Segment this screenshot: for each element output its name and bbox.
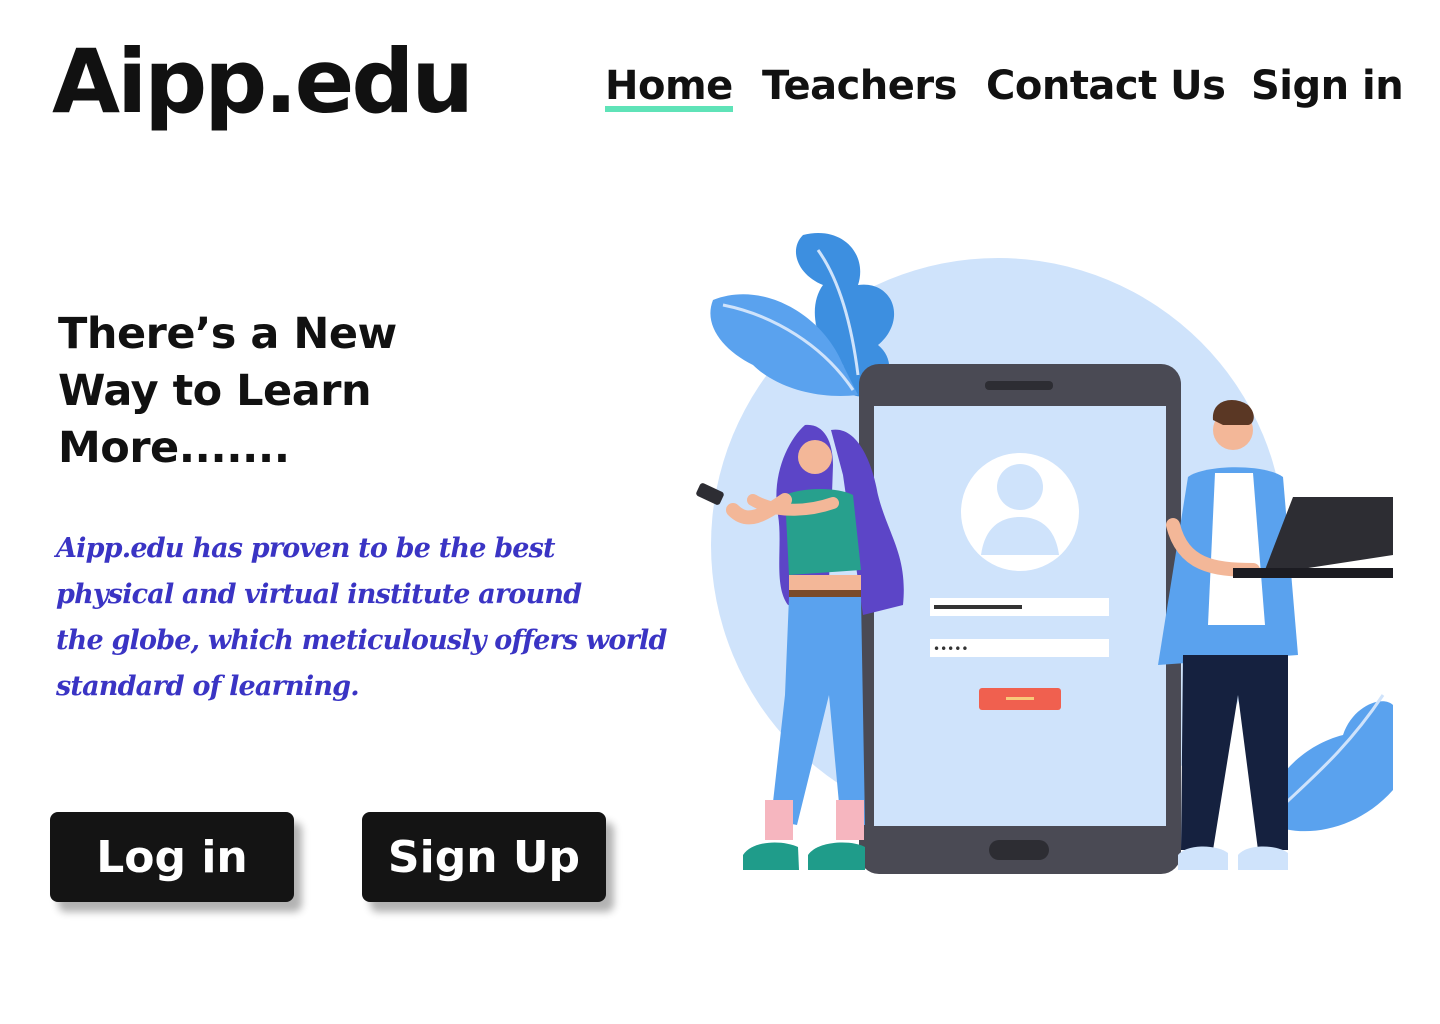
nav-sign-in-link[interactable]: Sign in	[1251, 66, 1404, 106]
hero-headline: There’s a New Way to Learn More.......	[58, 309, 397, 473]
hero-illustration: •••••	[696, 233, 1393, 874]
hero-tagline: Aipp.edu has proven to be the best physi…	[56, 533, 667, 702]
nav-contact-link[interactable]: Contact Us	[986, 66, 1226, 106]
nav-home-link[interactable]: Home	[605, 66, 733, 112]
password-mask: •••••	[933, 642, 968, 656]
main-nav: Home Teachers Contact Us Sign in	[0, 66, 1440, 116]
login-button[interactable]: Log in	[50, 812, 294, 902]
phone-icon	[859, 364, 1181, 874]
signup-button[interactable]: Sign Up	[362, 812, 606, 902]
nav-teachers-link[interactable]: Teachers	[762, 66, 957, 106]
user-avatar-icon	[961, 453, 1079, 571]
